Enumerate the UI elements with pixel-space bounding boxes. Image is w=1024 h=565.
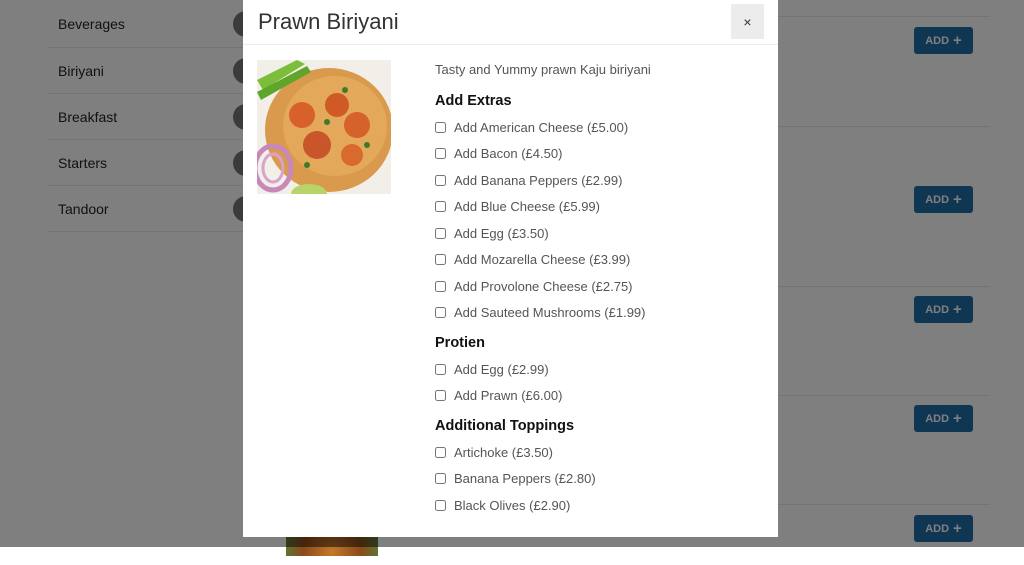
option-checkbox[interactable]: [435, 280, 446, 292]
option-item[interactable]: Black Olives (£2.90): [435, 492, 755, 519]
group-title: Protien: [435, 335, 485, 351]
option-item[interactable]: Add Prawn (£6.00): [435, 383, 755, 410]
option-item[interactable]: Artichoke (£3.50): [435, 439, 755, 466]
option-label: Add Egg (£2.99): [454, 361, 549, 377]
option-checkbox[interactable]: [435, 499, 446, 511]
modal-title: Prawn Biriyani: [258, 9, 399, 34]
option-label: Add Sauteed Mushrooms (£1.99): [454, 305, 646, 321]
modal-header: Prawn Biriyani ×: [243, 0, 778, 45]
option-group-add-extras: Add Extras Add American Cheese (£5.00) A…: [435, 92, 755, 326]
group-title: Additional Toppings: [435, 418, 575, 434]
option-item[interactable]: Add Sauteed Mushrooms (£1.99): [435, 300, 755, 327]
group-title: Add Extras: [435, 93, 512, 109]
option-checkbox[interactable]: [435, 307, 446, 319]
option-label: Add American Cheese (£5.00): [454, 119, 629, 135]
item-image: [257, 60, 391, 194]
option-label: Add Egg (£3.50): [454, 225, 549, 241]
option-checkbox[interactable]: [435, 201, 446, 213]
option-item[interactable]: Add Egg (£3.50): [435, 220, 755, 247]
option-group-additional-toppings: Additional Toppings Artichoke (£3.50) Ba…: [435, 417, 755, 519]
option-checkbox[interactable]: [435, 227, 446, 239]
option-label: Black Olives (£2.90): [454, 497, 571, 513]
item-options-modal: Prawn Biriyani × Tasty and Yummy prawn K…: [243, 0, 778, 537]
option-checkbox[interactable]: [435, 473, 446, 485]
option-item[interactable]: Banana Peppers (£2.80): [435, 466, 755, 493]
option-checkbox[interactable]: [435, 174, 446, 186]
option-label: Add Bacon (£4.50): [454, 146, 563, 162]
option-checkbox[interactable]: [435, 446, 446, 458]
option-label: Add Blue Cheese (£5.99): [454, 199, 600, 215]
option-label: Add Provolone Cheese (£2.75): [454, 278, 633, 294]
option-label: Add Prawn (£6.00): [454, 388, 563, 404]
biriyani-photo: [257, 60, 391, 194]
option-item[interactable]: Add Egg (£2.99): [435, 356, 755, 383]
option-checkbox[interactable]: [435, 121, 446, 133]
option-label: Add Mozarella Cheese (£3.99): [454, 252, 631, 268]
option-label: Add Banana Peppers (£2.99): [454, 172, 623, 188]
option-label: Banana Peppers (£2.80): [454, 471, 596, 487]
option-checkbox[interactable]: [435, 254, 446, 266]
option-item[interactable]: Add Banana Peppers (£2.99): [435, 167, 755, 194]
close-button[interactable]: ×: [731, 4, 764, 39]
option-item[interactable]: Add American Cheese (£5.00): [435, 114, 755, 141]
option-item[interactable]: Add Blue Cheese (£5.99): [435, 194, 755, 221]
item-description: Tasty and Yummy prawn Kaju biriyani: [435, 62, 651, 77]
option-label: Artichoke (£3.50): [454, 444, 553, 460]
option-checkbox[interactable]: [435, 363, 446, 375]
option-item[interactable]: Add Provolone Cheese (£2.75): [435, 273, 755, 300]
option-checkbox[interactable]: [435, 390, 446, 402]
item-details: Tasty and Yummy prawn Kaju biriyani Add …: [435, 61, 755, 527]
option-item[interactable]: Add Bacon (£4.50): [435, 141, 755, 168]
option-group-protien: Protien Add Egg (£2.99) Add Prawn (£6.00…: [435, 334, 755, 409]
option-item[interactable]: Add Mozarella Cheese (£3.99): [435, 247, 755, 274]
option-checkbox[interactable]: [435, 148, 446, 160]
